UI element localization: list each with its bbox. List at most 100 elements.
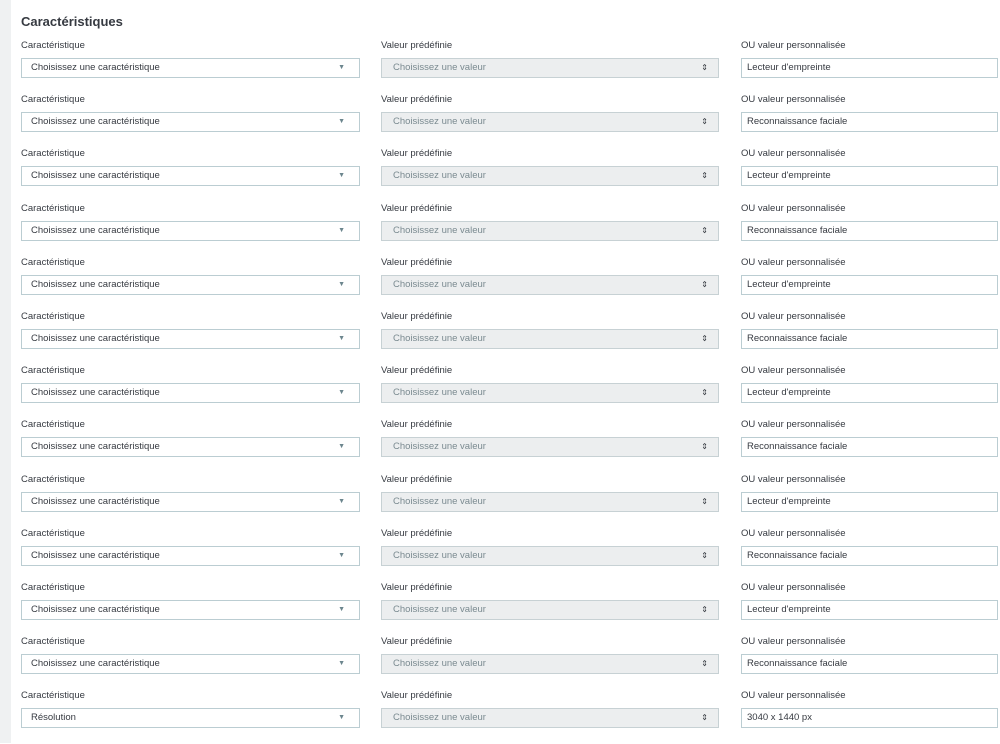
custom-value-input[interactable]: Reconnaissance faciale [741, 220, 998, 241]
up-down-arrows-icon: ⇕ [701, 496, 708, 506]
chevron-down-icon: ▼ [338, 497, 345, 505]
custom-value-input[interactable]: Lecteur d'empreinte [741, 166, 998, 187]
feature-label: Caractéristique [21, 148, 85, 160]
custom-value-input[interactable]: Lecteur d'empreinte [741, 274, 998, 295]
feature-select-value: Résolution [31, 712, 76, 724]
feature-select[interactable]: Choisissez une caractéristique ▼ [21, 599, 360, 620]
up-down-arrows-icon: ⇕ [701, 659, 708, 669]
custom-value-label: OU valeur personnalisée [741, 256, 846, 268]
predefined-value-label: Valeur prédéfinie [381, 690, 453, 702]
predefined-value-select[interactable]: Choisissez une valeur ⇕ [381, 328, 719, 349]
predefined-value-select-value: Choisissez une valeur [393, 170, 486, 182]
custom-value-text: Lecteur d'empreinte [747, 387, 831, 399]
feature-label: Caractéristique [21, 40, 85, 51]
feature-label: Caractéristique [21, 527, 85, 539]
feature-select[interactable]: Résolution ▼ [21, 708, 360, 729]
custom-value-label: OU valeur personnalisée [741, 527, 846, 539]
predefined-value-label: Valeur prédéfinie [381, 94, 453, 106]
feature-select-value: Choisissez une caractéristique [31, 495, 160, 507]
up-down-arrows-icon: ⇕ [701, 225, 708, 235]
custom-value-label: OU valeur personnalisée [741, 581, 846, 593]
feature-row: Caractéristique Valeur prédéfinie OU val… [21, 528, 999, 582]
custom-value-label: OU valeur personnalisée [741, 94, 846, 106]
feature-select[interactable]: Choisissez une caractéristique ▼ [21, 58, 360, 78]
chevron-down-icon: ▼ [338, 172, 345, 180]
feature-select-value: Choisissez une caractéristique [31, 170, 160, 182]
predefined-value-select-value: Choisissez une valeur [393, 712, 486, 724]
predefined-value-select[interactable]: Choisissez une valeur ⇕ [381, 220, 719, 241]
feature-label: Caractéristique [21, 690, 85, 702]
custom-value-input[interactable]: Lecteur d'empreinte [741, 491, 998, 512]
custom-value-input[interactable]: Lecteur d'empreinte [741, 383, 998, 404]
feature-label: Caractéristique [21, 310, 85, 322]
custom-value-input[interactable]: Reconnaissance faciale [741, 654, 998, 675]
custom-value-input[interactable]: Reconnaissance faciale [741, 328, 998, 349]
predefined-value-select-value: Choisissez une valeur [393, 441, 486, 453]
predefined-value-label: Valeur prédéfinie [381, 636, 453, 648]
feature-row: Caractéristique Valeur prédéfinie OU val… [21, 636, 999, 690]
custom-value-text: Reconnaissance faciale [747, 116, 848, 128]
feature-label: Caractéristique [21, 365, 85, 377]
predefined-value-select[interactable]: Choisissez une valeur ⇕ [381, 112, 719, 133]
up-down-arrows-icon: ⇕ [701, 333, 708, 343]
custom-value-label: OU valeur personnalisée [741, 636, 846, 648]
chevron-down-icon: ▼ [338, 64, 345, 71]
feature-row: Caractéristique Valeur prédéfinie OU val… [21, 419, 999, 473]
feature-select[interactable]: Choisissez une caractéristique ▼ [21, 545, 360, 566]
chevron-down-icon: ▼ [338, 118, 345, 126]
predefined-value-select-value: Choisissez une valeur [393, 603, 486, 615]
feature-row: Caractéristique Valeur prédéfinie OU val… [21, 94, 999, 148]
feature-label: Caractéristique [21, 581, 85, 593]
up-down-arrows-icon: ⇕ [701, 713, 708, 723]
feature-select[interactable]: Choisissez une caractéristique ▼ [21, 166, 360, 187]
feature-select-value: Choisissez une caractéristique [31, 62, 160, 73]
predefined-value-label: Valeur prédéfinie [381, 256, 453, 268]
predefined-value-select[interactable]: Choisissez une valeur ⇕ [381, 708, 719, 729]
predefined-value-label: Valeur prédéfinie [381, 310, 453, 322]
feature-select-value: Choisissez une caractéristique [31, 603, 160, 615]
predefined-value-select[interactable]: Choisissez une valeur ⇕ [381, 545, 719, 566]
custom-value-input[interactable]: Reconnaissance faciale [741, 545, 998, 566]
feature-select-value: Choisissez une caractéristique [31, 549, 160, 561]
predefined-value-select[interactable]: Choisissez une valeur ⇕ [381, 274, 719, 295]
chevron-down-icon: ▼ [338, 226, 345, 234]
custom-value-text: Lecteur d'empreinte [747, 170, 831, 182]
feature-select[interactable]: Choisissez une caractéristique ▼ [21, 437, 360, 458]
feature-select[interactable]: Choisissez une caractéristique ▼ [21, 112, 360, 133]
custom-value-input[interactable]: Reconnaissance faciale [741, 112, 998, 133]
predefined-value-select-value: Choisissez une valeur [393, 549, 486, 561]
feature-select-value: Choisissez une caractéristique [31, 278, 160, 290]
predefined-value-label: Valeur prédéfinie [381, 419, 453, 431]
predefined-value-select[interactable]: Choisissez une valeur ⇕ [381, 437, 719, 458]
feature-select-value: Choisissez une caractéristique [31, 441, 160, 453]
predefined-value-select[interactable]: Choisissez une valeur ⇕ [381, 383, 719, 404]
custom-value-input[interactable]: Reconnaissance faciale [741, 437, 998, 458]
predefined-value-select[interactable]: Choisissez une valeur ⇕ [381, 58, 719, 78]
custom-value-input[interactable]: 3040 x 1440 px [741, 708, 998, 729]
custom-value-label: OU valeur personnalisée [741, 202, 846, 214]
custom-value-text: Lecteur d'empreinte [747, 603, 831, 615]
custom-value-label: OU valeur personnalisée [741, 473, 846, 485]
custom-value-input[interactable]: Lecteur d'empreinte [741, 58, 998, 78]
chevron-down-icon: ▼ [338, 660, 345, 668]
custom-value-text: Reconnaissance faciale [747, 658, 848, 670]
feature-select-value: Choisissez une caractéristique [31, 387, 160, 399]
chevron-down-icon: ▼ [338, 334, 345, 342]
chevron-down-icon: ▼ [338, 280, 345, 288]
custom-value-input[interactable]: Lecteur d'empreinte [741, 599, 998, 620]
feature-row: Caractéristique Valeur prédéfinie OU val… [21, 148, 999, 202]
feature-select[interactable]: Choisissez une caractéristique ▼ [21, 220, 360, 241]
feature-select[interactable]: Choisissez une caractéristique ▼ [21, 274, 360, 295]
feature-label: Caractéristique [21, 94, 85, 106]
predefined-value-select[interactable]: Choisissez une valeur ⇕ [381, 166, 719, 187]
feature-select[interactable]: Choisissez une caractéristique ▼ [21, 491, 360, 512]
predefined-value-select[interactable]: Choisissez une valeur ⇕ [381, 599, 719, 620]
predefined-value-select[interactable]: Choisissez une valeur ⇕ [381, 491, 719, 512]
feature-select[interactable]: Choisissez une caractéristique ▼ [21, 383, 360, 404]
feature-select[interactable]: Choisissez une caractéristique ▼ [21, 328, 360, 349]
feature-row: Caractéristique Valeur prédéfinie OU val… [21, 690, 999, 744]
up-down-arrows-icon: ⇕ [701, 279, 708, 289]
chevron-down-icon: ▼ [338, 605, 345, 613]
feature-select[interactable]: Choisissez une caractéristique ▼ [21, 654, 360, 675]
predefined-value-select[interactable]: Choisissez une valeur ⇕ [381, 654, 719, 675]
